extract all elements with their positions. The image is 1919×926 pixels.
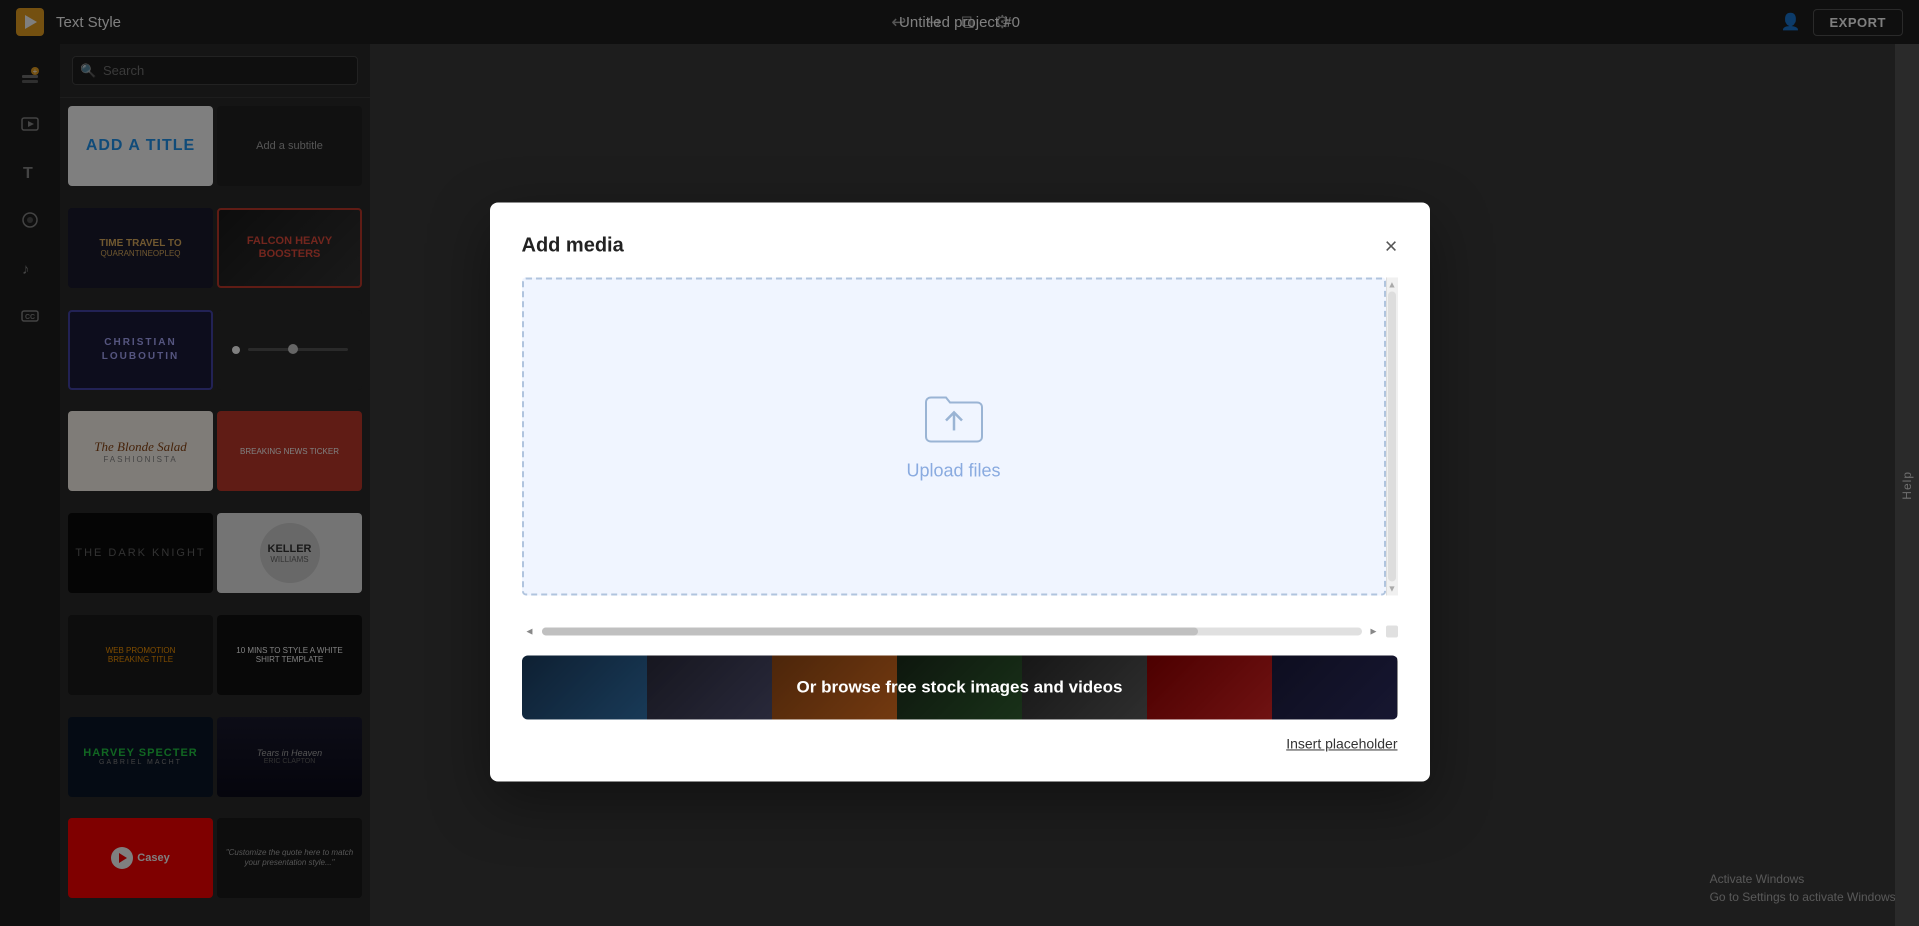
upload-scroll-view: Upload files: [522, 277, 1386, 595]
scroll-corner: [1386, 625, 1398, 637]
browse-text: Or browse free stock images and videos: [797, 677, 1123, 697]
vertical-scrollbar[interactable]: ▲ ▼: [1386, 277, 1398, 595]
modal-footer: Insert placeholder: [522, 735, 1398, 753]
add-media-modal: Add media × Upload files ▲ ▼: [490, 202, 1430, 781]
modal-header: Add media ×: [522, 234, 1398, 257]
insert-placeholder-button[interactable]: Insert placeholder: [1286, 735, 1397, 751]
scroll-thumb: [542, 627, 1198, 635]
browse-stock-banner[interactable]: Or browse free stock images and videos: [522, 655, 1398, 719]
upload-container: Upload files ▲ ▼: [522, 277, 1398, 607]
scroll-left-arrow[interactable]: ◄: [522, 623, 538, 639]
scroll-track[interactable]: [542, 627, 1362, 635]
upload-folder-icon: [922, 392, 986, 448]
banner-overlay: Or browse free stock images and videos: [522, 655, 1398, 719]
modal-close-button[interactable]: ×: [1385, 235, 1398, 257]
upload-drop-zone[interactable]: Upload files: [522, 277, 1386, 595]
scroll-right-arrow[interactable]: ►: [1366, 623, 1382, 639]
modal-title: Add media: [522, 234, 624, 257]
upload-label: Upload files: [906, 460, 1000, 481]
horizontal-scrollbar[interactable]: ◄ ►: [522, 623, 1398, 639]
